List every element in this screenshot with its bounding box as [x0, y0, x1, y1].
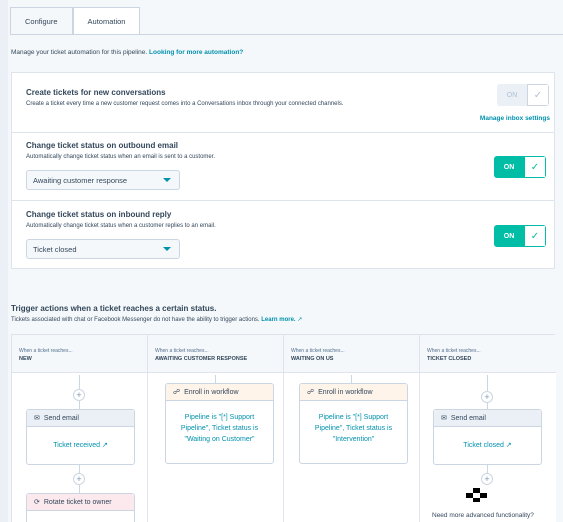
connector-line — [79, 465, 80, 473]
column-body: ☍ Enroll in workflow Pipeline is "[*] Su… — [148, 373, 283, 522]
card-body[interactable]: Ticket closed ↗ — [434, 440, 541, 451]
email-icon: ✉ — [441, 415, 447, 422]
add-action-button[interactable]: + — [73, 473, 85, 485]
chevron-down-icon — [163, 247, 171, 251]
checkered-flag-icon — [466, 488, 487, 502]
card-body[interactable]: Pipeline is "[*] Support Pipeline", Tick… — [166, 412, 273, 445]
action-card[interactable]: ⟳ Rotate ticket to owner — [26, 493, 135, 522]
card-title: Enroll in workflow — [318, 388, 373, 396]
stage-column-awaiting: When a ticket reaches... AWAITING CUSTOM… — [148, 335, 284, 522]
email-icon: ✉ — [34, 415, 40, 422]
add-action-button[interactable]: + — [481, 391, 493, 403]
outbound-email-section: Change ticket status on outbound email A… — [12, 133, 554, 201]
add-action-button[interactable]: + — [481, 473, 493, 485]
column-when: When a ticket reaches... — [155, 348, 209, 354]
section-description: Automatically change ticket status when … — [26, 223, 216, 229]
trigger-description-text: Tickets associated with chat or Facebook… — [11, 317, 260, 323]
card-title: Send email — [43, 414, 79, 422]
connector-line — [79, 401, 80, 409]
outbound-status-select[interactable]: Awaiting customer response — [26, 170, 180, 190]
trigger-title: Trigger actions when a ticket reaches a … — [11, 304, 217, 313]
column-header: When a ticket reaches... WAITING ON US — [284, 335, 419, 373]
toggle-label: ON — [494, 225, 524, 247]
column-when: When a ticket reaches... — [19, 348, 73, 354]
automation-page: Configure Automation Manage your ticket … — [0, 0, 563, 522]
intro-text: Manage your ticket automation for this p… — [11, 49, 243, 56]
column-header: When a ticket reaches... AWAITING CUSTOM… — [148, 335, 283, 373]
column-when: When a ticket reaches... — [427, 348, 481, 354]
checkmark-icon: ✓ — [524, 225, 546, 247]
connector-line — [487, 465, 488, 473]
column-stage: NEW — [19, 356, 32, 362]
checkmark-icon: ✓ — [524, 156, 546, 178]
action-card[interactable]: ✉ Send email Ticket closed ↗ — [433, 409, 542, 465]
column-stage: TICKET CLOSED — [427, 356, 472, 362]
workflow-icon: ☍ — [307, 389, 315, 396]
select-value: Awaiting customer response — [33, 175, 128, 185]
column-stage: AWAITING CUSTOMER RESPONSE — [155, 356, 248, 362]
learn-more-link[interactable]: Learn more. — [261, 317, 295, 323]
column-body: + ✉ Send email Ticket received ↗ + ⟳ Rot… — [12, 373, 147, 522]
external-link-icon: ↗ — [297, 317, 303, 323]
card-header: ✉ Send email — [434, 410, 541, 427]
intro-description: Manage your ticket automation for this p… — [11, 49, 148, 56]
manage-inbox-settings-link[interactable]: Manage inbox settings — [480, 115, 550, 122]
card-body[interactable]: Ticket received ↗ — [27, 440, 134, 451]
card-title: Send email — [450, 414, 486, 422]
card-header: ⟳ Rotate ticket to owner — [27, 494, 134, 511]
stage-column-waiting-on-us: When a ticket reaches... WAITING ON US ☍… — [284, 335, 420, 522]
outbound-email-toggle[interactable]: ON ✓ — [494, 156, 546, 178]
stage-column-new: When a ticket reaches... NEW + ✉ Send em… — [12, 335, 148, 522]
tab-divider — [10, 34, 563, 35]
section-description: Create a ticket every time a new custome… — [26, 101, 344, 107]
action-card[interactable]: ☍ Enroll in workflow Pipeline is "[*] Su… — [165, 383, 274, 464]
card-body[interactable]: Pipeline is "[*] Support Pipeline", Tick… — [300, 412, 407, 445]
card-title: Enroll in workflow — [184, 388, 239, 396]
automation-settings-box: Create tickets for new conversations Cre… — [11, 72, 555, 269]
section-title: Change ticket status on outbound email — [26, 141, 179, 150]
add-action-button[interactable]: + — [73, 389, 85, 401]
tab-bar: Configure Automation — [10, 7, 141, 35]
create-tickets-section: Create tickets for new conversations Cre… — [12, 73, 554, 133]
advanced-functionality-text: Need more advanced functionality? — [432, 512, 534, 519]
section-title: Create tickets for new conversations — [26, 88, 166, 97]
column-when: When a ticket reaches... — [291, 348, 345, 354]
tab-configure[interactable]: Configure — [10, 7, 73, 35]
column-header: When a ticket reaches... TICKET CLOSED — [420, 335, 556, 373]
column-header: When a ticket reaches... NEW — [12, 335, 147, 373]
more-automation-link[interactable]: Looking for more automation? — [149, 49, 243, 56]
select-value: Ticket closed — [33, 244, 77, 254]
stage-column-ticket-closed: When a ticket reaches... TICKET CLOSED +… — [420, 335, 556, 522]
column-body: + ✉ Send email Ticket closed ↗ + — [420, 373, 556, 522]
card-header: ☍ Enroll in workflow — [166, 384, 273, 401]
section-description: Automatically change ticket status when … — [26, 154, 216, 160]
action-card[interactable]: ☍ Enroll in workflow Pipeline is "[*] Su… — [299, 383, 408, 464]
tab-automation[interactable]: Automation — [72, 7, 141, 35]
section-title: Change ticket status on inbound reply — [26, 210, 172, 219]
chevron-down-icon — [163, 178, 171, 182]
workflow-icon: ☍ — [173, 389, 181, 396]
connector-line — [487, 375, 488, 391]
rotate-icon: ⟳ — [34, 499, 40, 506]
create-tickets-toggle[interactable]: ON ✓ — [497, 84, 549, 106]
trigger-description: Tickets associated with chat or Facebook… — [11, 316, 302, 323]
action-card[interactable]: ✉ Send email Ticket received ↗ — [26, 409, 135, 465]
toggle-label: ON — [494, 156, 524, 178]
inbound-reply-section: Change ticket status on inbound reply Au… — [12, 201, 554, 270]
connector-line — [79, 375, 80, 389]
connector-line — [351, 375, 352, 383]
card-header: ☍ Enroll in workflow — [300, 384, 407, 401]
column-stage: WAITING ON US — [291, 356, 334, 362]
connector-line — [79, 485, 80, 493]
card-title: Rotate ticket to owner — [43, 498, 112, 506]
toggle-label: ON — [497, 84, 527, 106]
connector-line — [215, 375, 216, 383]
card-header: ✉ Send email — [27, 410, 134, 427]
checkmark-icon: ✓ — [527, 84, 549, 106]
column-body: ☍ Enroll in workflow Pipeline is "[*] Su… — [284, 373, 419, 522]
inbound-reply-toggle[interactable]: ON ✓ — [494, 225, 546, 247]
inbound-status-select[interactable]: Ticket closed — [26, 239, 180, 259]
